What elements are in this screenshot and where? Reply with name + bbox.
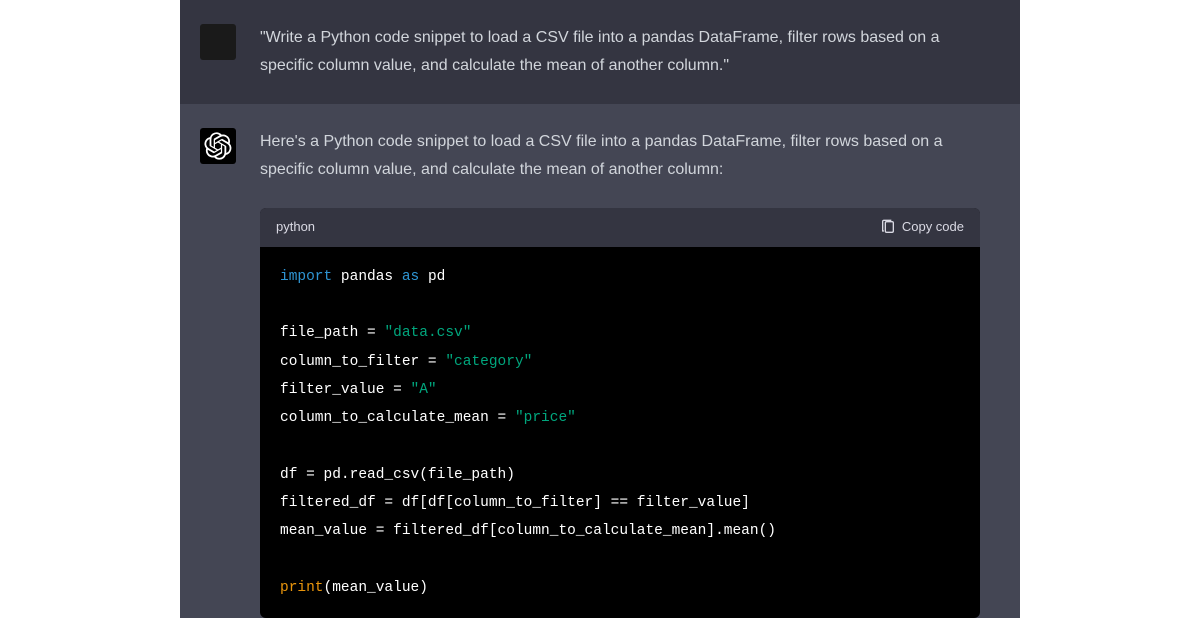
copy-code-label: Copy code [902, 216, 964, 239]
clipboard-icon [880, 219, 896, 235]
code-token: column_to_filter [280, 354, 419, 370]
code-token: "category" [445, 354, 532, 370]
code-token: import [280, 269, 332, 285]
code-token: filtered_df = df[df[column_to_filter] ==… [280, 495, 750, 511]
code-token: pandas [341, 269, 393, 285]
code-token: = [419, 354, 445, 370]
code-token: pd [428, 269, 445, 285]
assistant-avatar [200, 128, 236, 164]
code-token: filter_value [280, 382, 384, 398]
assistant-intro-text: Here's a Python code snippet to load a C… [260, 128, 980, 184]
code-token: as [402, 269, 419, 285]
user-message-content: "Write a Python code snippet to load a C… [260, 24, 1020, 80]
code-token: (mean_value) [324, 580, 428, 596]
code-block: python Copy code import pandas as pd fil… [260, 208, 980, 618]
code-body[interactable]: import pandas as pd file_path = "data.cs… [260, 247, 980, 618]
code-token: column_to_calculate_mean [280, 410, 489, 426]
user-message-row: "Write a Python code snippet to load a C… [180, 0, 1020, 104]
assistant-message-content: Here's a Python code snippet to load a C… [260, 128, 1020, 618]
user-prompt-text: "Write a Python code snippet to load a C… [260, 29, 940, 74]
assistant-message-row: Here's a Python code snippet to load a C… [180, 104, 1020, 618]
copy-code-button[interactable]: Copy code [880, 216, 964, 239]
code-token: print [280, 580, 324, 596]
code-token: "data.csv" [384, 325, 471, 341]
code-token: = [489, 410, 515, 426]
user-avatar [200, 24, 236, 60]
code-token: = [384, 382, 410, 398]
code-language-label: python [276, 216, 315, 239]
code-token: mean_value = filtered_df[column_to_calcu… [280, 523, 776, 539]
code-token: file_path [280, 325, 358, 341]
openai-logo-icon [204, 132, 232, 160]
code-token: = [358, 325, 384, 341]
code-token: df = pd.read_csv(file_path) [280, 467, 515, 483]
chat-container: "Write a Python code snippet to load a C… [180, 0, 1020, 630]
code-token: "A" [411, 382, 437, 398]
code-header: python Copy code [260, 208, 980, 247]
code-token: "price" [515, 410, 576, 426]
